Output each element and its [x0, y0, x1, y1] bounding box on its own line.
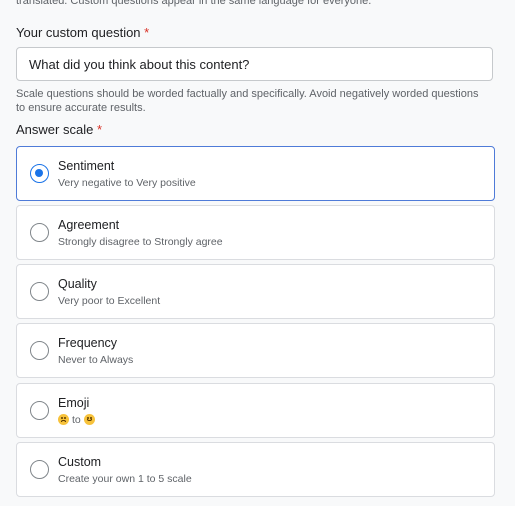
option-title: Frequency: [58, 336, 118, 350]
answer-scale-label: Answer scale *: [16, 122, 102, 137]
custom-question-input[interactable]: [17, 48, 492, 80]
option-title: Agreement: [58, 218, 120, 232]
scale-option-quality[interactable]: Quality Very poor to Excellent: [16, 264, 495, 319]
option-subtitle: Never to Always: [58, 354, 134, 366]
weary-face-icon: [58, 414, 69, 425]
smiling-face-icon: [83, 414, 95, 425]
answer-scale-label-text: Answer scale: [16, 122, 94, 137]
required-asterisk: *: [96, 122, 102, 137]
option-title: Emoji: [58, 396, 90, 410]
option-subtitle: Very negative to Very positive: [58, 177, 196, 189]
scale-option-sentiment[interactable]: Sentiment Very negative to Very positive: [16, 146, 495, 201]
option-subtitle: Strongly disagree to Strongly agree: [58, 236, 223, 248]
custom-question-field[interactable]: [16, 47, 493, 81]
radio-button[interactable]: [30, 282, 49, 301]
radio-button[interactable]: [30, 223, 49, 242]
option-title: Sentiment: [58, 159, 115, 173]
scale-option-agreement[interactable]: Agreement Strongly disagree to Strongly …: [16, 205, 495, 260]
emoji-to-text: to: [72, 414, 81, 426]
option-subtitle: to: [58, 414, 95, 426]
option-title: Quality: [58, 277, 97, 291]
radio-button-selected[interactable]: [30, 164, 49, 183]
option-subtitle: Very poor to Excellent: [58, 295, 161, 307]
option-title: Custom: [58, 455, 102, 469]
custom-question-label-text: Your custom question: [16, 25, 141, 40]
scale-option-frequency[interactable]: Frequency Never to Always: [16, 323, 495, 378]
radio-dot: [35, 169, 43, 177]
radio-button[interactable]: [30, 341, 49, 360]
description-cutoff-text: translated. Custom questions appear in t…: [16, 0, 372, 7]
required-asterisk: *: [144, 25, 150, 40]
custom-question-label: Your custom question *: [16, 25, 149, 40]
question-hint-text: Scale questions should be worded factual…: [16, 88, 479, 114]
option-subtitle: Create your own 1 to 5 scale: [58, 473, 192, 485]
radio-button[interactable]: [30, 460, 49, 479]
scale-option-custom[interactable]: Custom Create your own 1 to 5 scale: [16, 442, 495, 497]
scale-option-emoji[interactable]: Emoji to: [16, 383, 495, 438]
radio-button[interactable]: [30, 401, 49, 420]
